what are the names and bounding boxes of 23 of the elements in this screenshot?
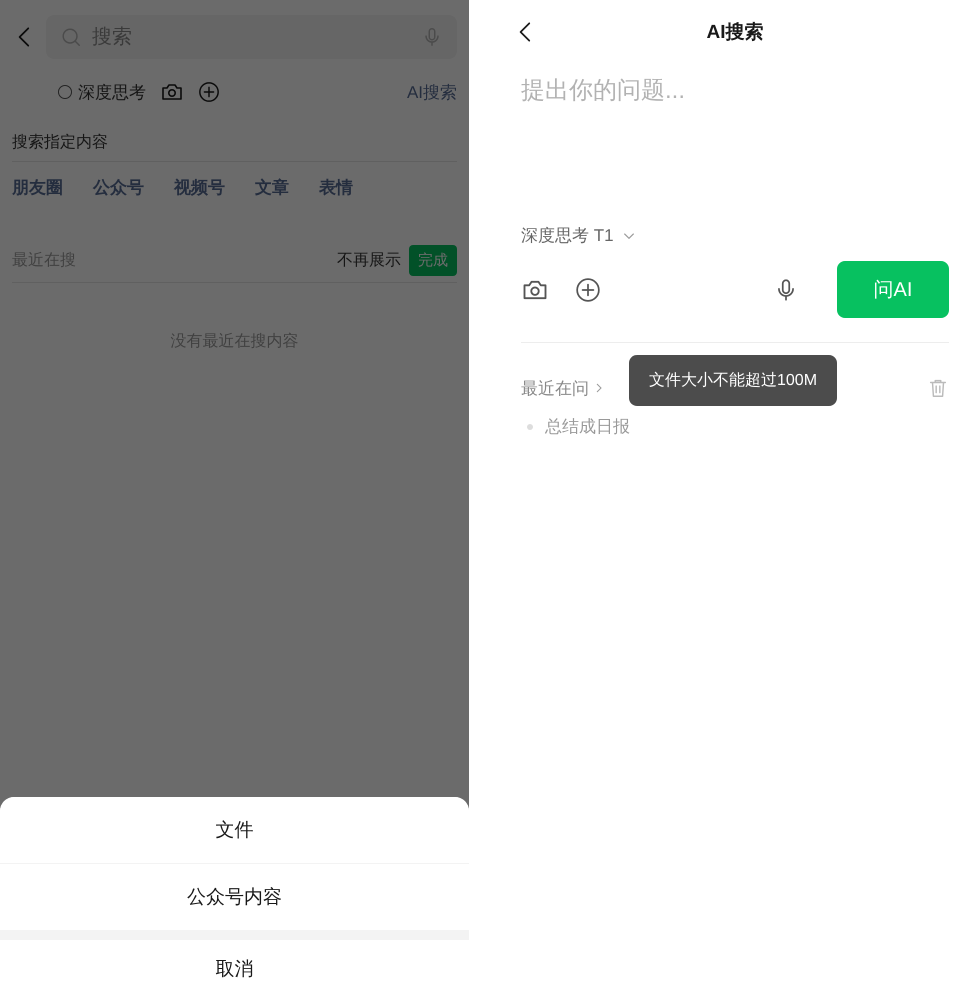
hide-button[interactable]: 不再展示 xyxy=(337,250,401,271)
category-link[interactable]: 公众号 xyxy=(93,176,144,199)
section-title: 搜索指定内容 xyxy=(12,132,457,162)
category-link[interactable]: 朋友圈 xyxy=(12,176,63,199)
deep-think-toggle[interactable]: 深度思考 xyxy=(58,80,146,104)
category-link[interactable]: 视频号 xyxy=(174,176,225,199)
radio-circle[interactable] xyxy=(58,85,72,99)
ai-search-link[interactable]: AI搜索 xyxy=(406,80,457,104)
plus-icon[interactable] xyxy=(198,81,220,103)
recent-questions-link[interactable]: 最近在问 xyxy=(521,376,605,400)
recent-question[interactable]: 总结成日报 xyxy=(545,415,630,438)
category-link[interactable]: 表情 xyxy=(319,176,353,199)
done-button[interactable]: 完成 xyxy=(409,245,457,276)
ask-ai-button[interactable]: 问AI xyxy=(837,261,949,318)
sheet-option[interactable]: 文件 xyxy=(0,797,469,863)
model-selector[interactable]: 深度思考 T1 xyxy=(521,224,636,247)
bullet-icon xyxy=(527,424,533,430)
toast-message: 文件大小不能超过100M xyxy=(629,355,838,406)
sheet-option[interactable]: 公众号内容 xyxy=(0,864,469,930)
cancel-button[interactable]: 取消 xyxy=(0,940,469,997)
plus-icon[interactable] xyxy=(575,276,601,302)
screen-title: AI搜索 xyxy=(706,20,764,45)
category-link[interactable]: 文章 xyxy=(255,176,289,199)
